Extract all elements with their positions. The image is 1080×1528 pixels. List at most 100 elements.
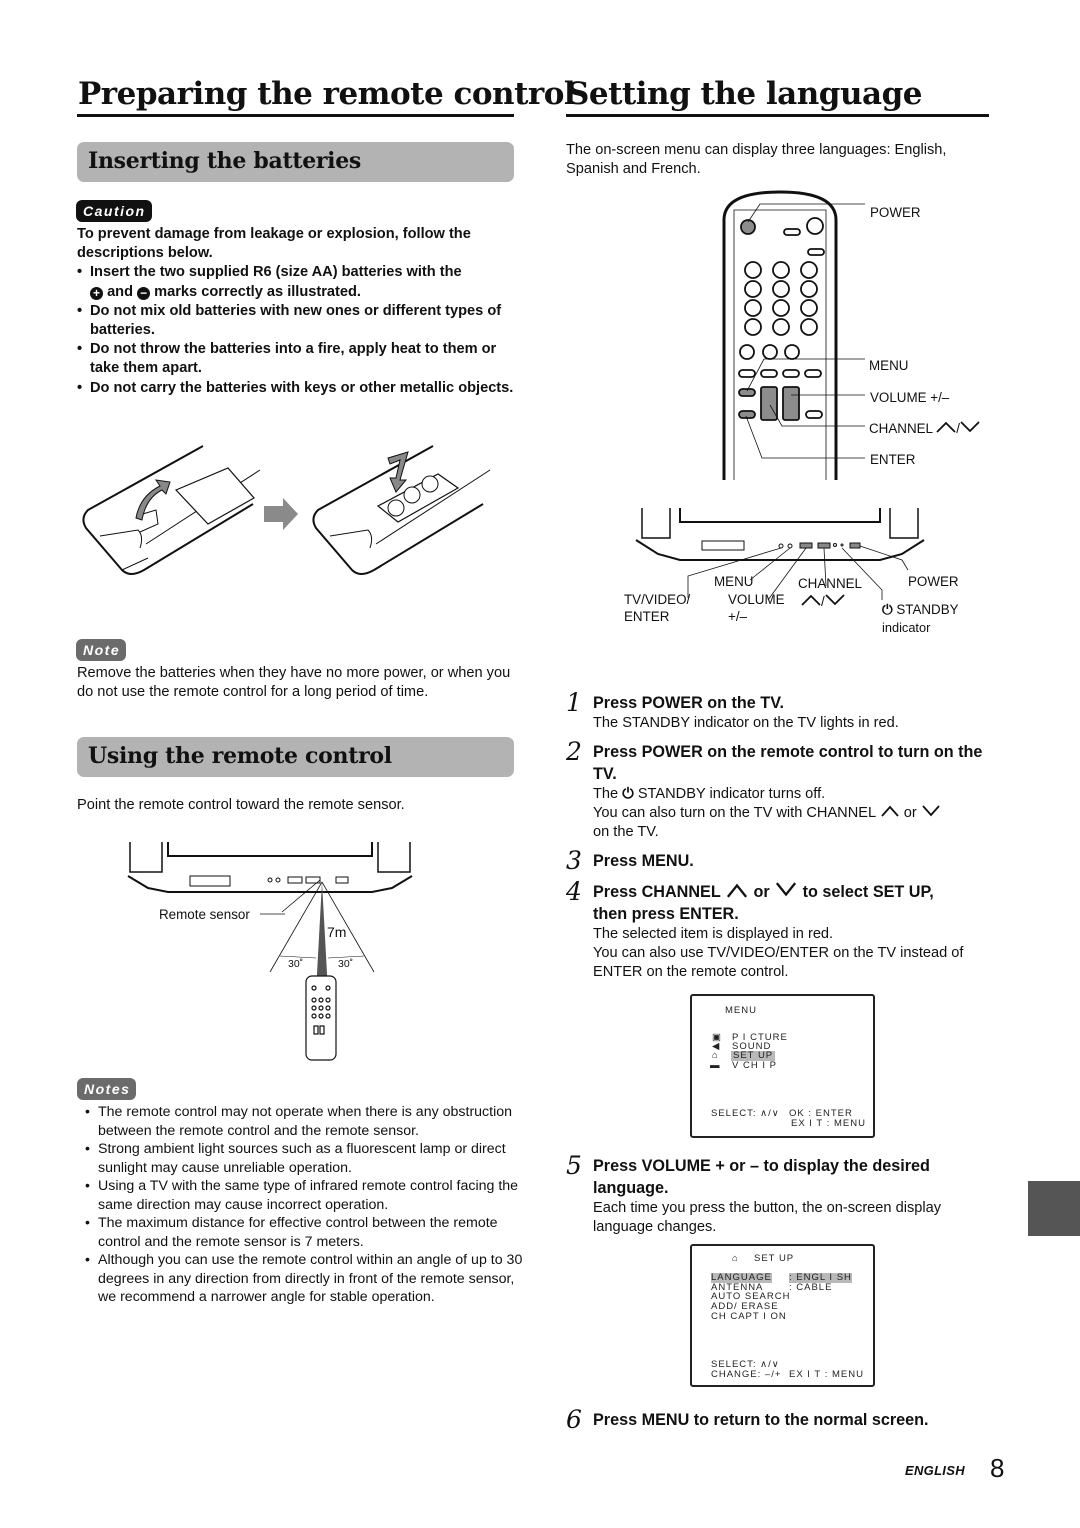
chevron-up-icon [801,594,821,606]
chevron-down-icon [776,882,797,897]
osd-select-hint: SELECT: ∧/∨ [711,1108,780,1119]
step-number: 2 [566,737,582,766]
osd-menu-screen: MENU ▣ ◀ ⌂ ▬ P I CTURE SOUND SET UP V CH… [690,994,875,1138]
chevron-up-icon [726,883,747,898]
page-title-left: Preparing the remote control [78,76,576,112]
tv-front-panel-illustration [635,508,925,601]
remote-power-label: POWER [870,205,921,220]
notes-list: The remote control may not operate when … [85,1103,525,1307]
note-text: Remove the batteries when they have no m… [77,665,511,700]
chevron-down-icon [922,805,940,817]
step-6: 6 Press MENU to return to the normal scr… [566,1405,1006,1434]
channel-button [760,386,778,421]
chevron-up-icon [880,805,899,817]
tv-video-label: TV/VIDEO/ [624,592,691,607]
step-title: Press MENU. [593,852,694,870]
power-symbol-icon: ⏻ [622,786,634,802]
angle-left-label: 30˚ [288,958,304,970]
tv-standby-label: ⏻ STANDBY [882,602,959,617]
power-button [740,219,756,235]
page-number: 8 [990,1453,1005,1483]
power-symbol-icon: ⏻ [882,602,893,617]
tv-volume-label: VOLUME [728,592,785,607]
caution-badge: Caution [76,200,152,222]
caution-item: Do not carry the batteries with keys or … [77,379,517,398]
caution-intro: To prevent damage from leakage or explos… [77,226,471,262]
osd-title: MENU [725,1005,757,1016]
step-3: 3 Press MENU. [566,846,1006,875]
chevron-down-icon [960,421,980,433]
right-arrow-icon [264,498,298,530]
osd-item: V CH I P [732,1060,777,1071]
angle-right-label: 30˚ [338,958,354,970]
using-intro: Point the remote control toward the remo… [77,797,405,813]
step-1: 1 Press POWER on the TV. The STANDBY ind… [566,688,1006,733]
note-item: The maximum distance for effective contr… [85,1214,525,1251]
title-rule [77,114,514,117]
insert-arrow-icon [387,451,409,493]
osd-row-value: : CABLE [789,1282,833,1293]
osd-change-hint: CHANGE: –/+ [711,1369,782,1380]
enter-button [738,410,756,419]
note-item: Although you can use the remote control … [85,1251,525,1307]
chevron-down-icon [825,594,845,606]
notes-badge: Notes [77,1078,137,1100]
tv-channel-label: CHANNEL [798,576,862,591]
distance-label: 7m [327,924,347,940]
minus-circle-icon: − [137,286,151,300]
section-header-using: Using the remote control [77,737,514,777]
step-number: 5 [566,1151,582,1180]
step-5: 5 Press VOLUME + or – to display the des… [566,1151,1006,1237]
step-number: 1 [566,688,582,717]
step-number: 3 [566,846,582,875]
note-badge: Note [76,639,127,661]
remote-control-illustration [722,190,865,480]
remote-sensor-label: Remote sensor [159,907,250,922]
osd-setup-screen: ⌂ SET UP LANGUAGE : ENGL I SH ANTENNA : … [690,1244,875,1387]
note-item: Using a TV with the same type of infrare… [85,1177,525,1214]
step-desc: The selected item is displayed in red. [593,926,834,942]
language-intro: The on-screen menu can display three lan… [566,142,947,177]
section-tab-marker [1028,1181,1080,1236]
remote-menu-label: MENU [869,358,909,373]
key-icon: ▬ [710,1060,721,1071]
osd-row-label: CH CAPT I ON [711,1311,787,1322]
caution-item: Do not mix old batteries with new ones o… [77,302,517,340]
menu-button [738,388,756,397]
osd-exit-hint: EX I T : MENU [791,1118,866,1129]
plus-circle-icon: + [90,286,103,300]
page-title-right: Setting the language [567,76,923,112]
step-desc: The STANDBY indicator on the TV lights i… [593,715,899,731]
tv-enter-label: ENTER [624,609,670,624]
note-item: Strong ambient light sources such as a f… [85,1140,525,1177]
caution-block: To prevent damage from leakage or explos… [77,225,517,398]
setup-icon: ⌂ [732,1253,739,1264]
tv-power-label: POWER [908,574,959,589]
step-title: Press POWER on the TV. [593,694,785,712]
section-heading: Inserting the batteries [88,148,362,174]
step-number: 4 [566,877,582,906]
battery-insertion-illustration [82,445,491,575]
remote-volume-label: VOLUME +/– [870,390,950,405]
step-4: 4 Press CHANNEL or to select SET UP, the… [566,877,1006,982]
tv-channel-arrows: / [801,593,845,610]
tv-menu-label: MENU [714,574,754,589]
volume-button [782,386,800,421]
step-number: 6 [566,1405,582,1434]
osd-title: SET UP [754,1253,795,1264]
step-title: Press VOLUME + or – to display the desir… [593,1157,930,1197]
footer-language: ENGLISH [905,1463,965,1478]
chevron-up-icon [936,421,956,433]
remote-sensor-diagram [127,842,413,1061]
step-title: Press CHANNEL or to select SET UP, then … [593,882,934,923]
section-header-inserting: Inserting the batteries [77,142,514,182]
osd-exit-hint: EX I T : MENU [789,1369,864,1380]
step-title: Press MENU to return to the normal scree… [593,1411,929,1429]
step-title: Press POWER on the remote control to tur… [593,743,983,783]
remote-enter-label: ENTER [870,452,916,467]
title-rule [566,114,989,117]
step-2: 2 Press POWER on the remote control to t… [566,737,1006,842]
open-cover-arrow-icon [135,479,171,521]
caution-item: Insert the two supplied R6 (size AA) bat… [77,263,517,301]
note-item: The remote control may not operate when … [85,1103,525,1140]
